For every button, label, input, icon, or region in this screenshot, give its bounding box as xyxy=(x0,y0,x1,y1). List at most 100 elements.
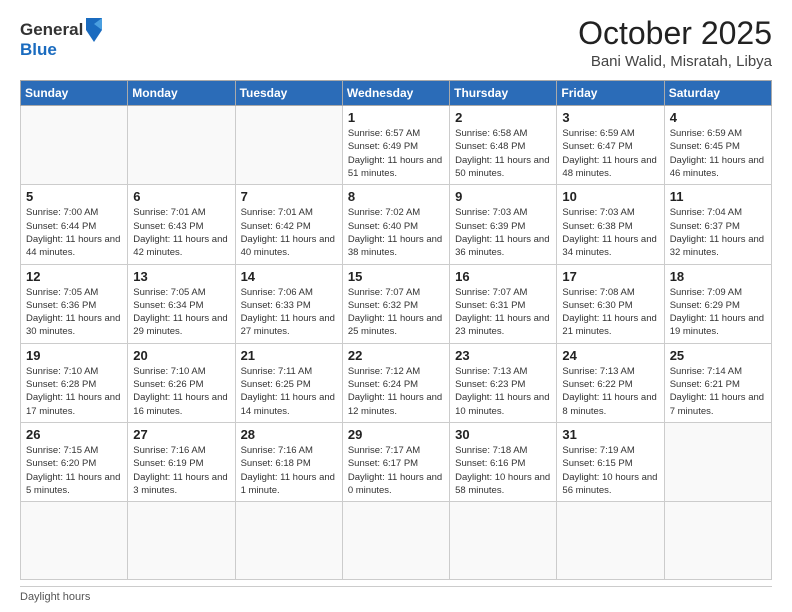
calendar-cell: 1 Sunrise: 6:57 AMSunset: 6:49 PMDaylight… xyxy=(342,106,449,185)
logo-icon xyxy=(84,16,104,44)
calendar-cell: 20 Sunrise: 7:10 AMSunset: 6:26 PMDayligh… xyxy=(128,343,235,422)
day-number: 28 xyxy=(241,427,337,442)
logo-general: General xyxy=(20,20,83,40)
calendar-cell: 5Sunrise: 7:00 AMSunset: 6:44 PMDaylight… xyxy=(21,185,128,264)
weekday-header-cell: Monday xyxy=(128,81,235,106)
calendar-cell: 11 Sunrise: 7:04 AMSunset: 6:37 PMDayligh… xyxy=(664,185,771,264)
calendar-cell: 25 Sunrise: 7:14 AMSunset: 6:21 PMDayligh… xyxy=(664,343,771,422)
weekday-header-cell: Friday xyxy=(557,81,664,106)
day-info: Sunrise: 7:14 AMSunset: 6:21 PMDaylight:… xyxy=(670,365,766,418)
day-info: Sunrise: 7:04 AMSunset: 6:37 PMDaylight:… xyxy=(670,206,766,259)
day-number: 31 xyxy=(562,427,658,442)
day-info: Sunrise: 7:02 AMSunset: 6:40 PMDaylight:… xyxy=(348,206,444,259)
day-number: 27 xyxy=(133,427,229,442)
day-number: 3 xyxy=(562,110,658,125)
page: General Blue October 2025 Bani Walid, Mi… xyxy=(0,0,792,612)
day-info: Sunrise: 7:08 AMSunset: 6:30 PMDaylight:… xyxy=(562,286,658,339)
calendar-cell: 3Sunrise: 6:59 AMSunset: 6:47 PMDaylight… xyxy=(557,106,664,185)
calendar-row: 19 Sunrise: 7:10 AMSunset: 6:28 PMDayligh… xyxy=(21,343,772,422)
calendar-cell xyxy=(450,502,557,580)
calendar-cell xyxy=(342,502,449,580)
day-number: 13 xyxy=(133,269,229,284)
calendar-cell: 6 Sunrise: 7:01 AMSunset: 6:43 PMDaylight… xyxy=(128,185,235,264)
day-info: Sunrise: 7:07 AMSunset: 6:32 PMDaylight:… xyxy=(348,286,444,339)
header: General Blue October 2025 Bani Walid, Mi… xyxy=(20,16,772,70)
calendar-cell: 17 Sunrise: 7:08 AMSunset: 6:30 PMDayligh… xyxy=(557,264,664,343)
calendar-cell xyxy=(235,106,342,185)
day-number: 6 xyxy=(133,189,229,204)
day-number: 23 xyxy=(455,348,551,363)
day-info: Sunrise: 7:13 AMSunset: 6:23 PMDaylight:… xyxy=(455,365,551,418)
weekday-header-cell: Saturday xyxy=(664,81,771,106)
calendar-cell xyxy=(21,106,128,185)
day-info: Sunrise: 7:06 AMSunset: 6:33 PMDaylight:… xyxy=(241,286,337,339)
calendar-cell: 2 Sunrise: 6:58 AMSunset: 6:48 PMDaylight… xyxy=(450,106,557,185)
calendar-cell: 15Sunrise: 7:07 AMSunset: 6:32 PMDayligh… xyxy=(342,264,449,343)
calendar-cell: 21Sunrise: 7:11 AMSunset: 6:25 PMDayligh… xyxy=(235,343,342,422)
calendar-cell: 18 Sunrise: 7:09 AMSunset: 6:29 PMDayligh… xyxy=(664,264,771,343)
day-info: Sunrise: 7:10 AMSunset: 6:26 PMDaylight:… xyxy=(133,365,229,418)
day-info: Sunrise: 7:19 AMSunset: 6:15 PMDaylight:… xyxy=(562,444,658,497)
day-info: Sunrise: 7:03 AMSunset: 6:38 PMDaylight:… xyxy=(562,206,658,259)
day-number: 26 xyxy=(26,427,122,442)
day-number: 16 xyxy=(455,269,551,284)
calendar-row: 5Sunrise: 7:00 AMSunset: 6:44 PMDaylight… xyxy=(21,185,772,264)
calendar-cell xyxy=(235,502,342,580)
weekday-header-cell: Tuesday xyxy=(235,81,342,106)
day-number: 24 xyxy=(562,348,658,363)
calendar-cell: 10Sunrise: 7:03 AMSunset: 6:38 PMDayligh… xyxy=(557,185,664,264)
day-number: 19 xyxy=(26,348,122,363)
day-number: 1 xyxy=(348,110,444,125)
day-number: 12 xyxy=(26,269,122,284)
day-number: 29 xyxy=(348,427,444,442)
calendar-cell: 30 Sunrise: 7:18 AMSunset: 6:16 PMDayligh… xyxy=(450,422,557,501)
calendar-cell: 24 Sunrise: 7:13 AMSunset: 6:22 PMDayligh… xyxy=(557,343,664,422)
calendar-row: 12Sunrise: 7:05 AMSunset: 6:36 PMDayligh… xyxy=(21,264,772,343)
calendar-cell: 16 Sunrise: 7:07 AMSunset: 6:31 PMDayligh… xyxy=(450,264,557,343)
day-number: 20 xyxy=(133,348,229,363)
day-info: Sunrise: 7:01 AMSunset: 6:42 PMDaylight:… xyxy=(241,206,337,259)
day-number: 8 xyxy=(348,189,444,204)
day-number: 17 xyxy=(562,269,658,284)
day-info: Sunrise: 7:10 AMSunset: 6:28 PMDaylight:… xyxy=(26,365,122,418)
day-number: 11 xyxy=(670,189,766,204)
day-number: 4 xyxy=(670,110,766,125)
day-info: Sunrise: 7:07 AMSunset: 6:31 PMDaylight:… xyxy=(455,286,551,339)
day-info: Sunrise: 7:16 AMSunset: 6:18 PMDaylight:… xyxy=(241,444,337,497)
day-number: 18 xyxy=(670,269,766,284)
weekday-header-cell: Thursday xyxy=(450,81,557,106)
calendar-cell: 8 Sunrise: 7:02 AMSunset: 6:40 PMDaylight… xyxy=(342,185,449,264)
day-info: Sunrise: 6:57 AMSunset: 6:49 PMDaylight:… xyxy=(348,127,444,180)
calendar-cell: 4Sunrise: 6:59 AMSunset: 6:45 PMDaylight… xyxy=(664,106,771,185)
day-number: 25 xyxy=(670,348,766,363)
calendar-cell: 31 Sunrise: 7:19 AMSunset: 6:15 PMDayligh… xyxy=(557,422,664,501)
location-title: Bani Walid, Misratah, Libya xyxy=(578,53,772,70)
calendar-row: 1 Sunrise: 6:57 AMSunset: 6:49 PMDaylight… xyxy=(21,106,772,185)
day-info: Sunrise: 6:58 AMSunset: 6:48 PMDaylight:… xyxy=(455,127,551,180)
calendar-cell: 22 Sunrise: 7:12 AMSunset: 6:24 PMDayligh… xyxy=(342,343,449,422)
calendar-cell xyxy=(664,502,771,580)
day-info: Sunrise: 7:05 AMSunset: 6:34 PMDaylight:… xyxy=(133,286,229,339)
calendar-cell: 27Sunrise: 7:16 AMSunset: 6:19 PMDayligh… xyxy=(128,422,235,501)
calendar-cell: 7Sunrise: 7:01 AMSunset: 6:42 PMDaylight… xyxy=(235,185,342,264)
calendar-cell: 9 Sunrise: 7:03 AMSunset: 6:39 PMDaylight… xyxy=(450,185,557,264)
day-number: 2 xyxy=(455,110,551,125)
day-info: Sunrise: 7:13 AMSunset: 6:22 PMDaylight:… xyxy=(562,365,658,418)
day-info: Sunrise: 7:12 AMSunset: 6:24 PMDaylight:… xyxy=(348,365,444,418)
day-info: Sunrise: 7:01 AMSunset: 6:43 PMDaylight:… xyxy=(133,206,229,259)
day-number: 14 xyxy=(241,269,337,284)
day-number: 9 xyxy=(455,189,551,204)
day-info: Sunrise: 7:18 AMSunset: 6:16 PMDaylight:… xyxy=(455,444,551,497)
calendar-cell xyxy=(128,106,235,185)
day-info: Sunrise: 7:17 AMSunset: 6:17 PMDaylight:… xyxy=(348,444,444,497)
calendar-cell xyxy=(21,502,128,580)
day-number: 22 xyxy=(348,348,444,363)
day-info: Sunrise: 7:09 AMSunset: 6:29 PMDaylight:… xyxy=(670,286,766,339)
footer-text: Daylight hours xyxy=(20,591,90,603)
day-info: Sunrise: 7:15 AMSunset: 6:20 PMDaylight:… xyxy=(26,444,122,497)
footer: Daylight hours xyxy=(20,586,772,603)
day-number: 30 xyxy=(455,427,551,442)
calendar-table: SundayMondayTuesdayWednesdayThursdayFrid… xyxy=(20,80,772,580)
calendar-cell: 14 Sunrise: 7:06 AMSunset: 6:33 PMDayligh… xyxy=(235,264,342,343)
day-info: Sunrise: 7:03 AMSunset: 6:39 PMDaylight:… xyxy=(455,206,551,259)
